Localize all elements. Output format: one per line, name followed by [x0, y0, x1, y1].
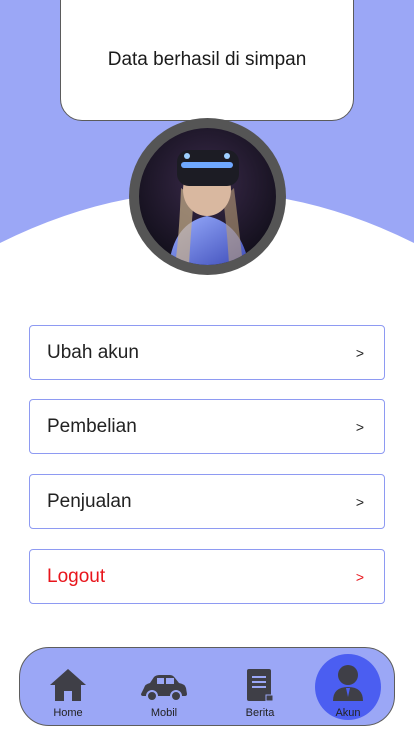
avatar[interactable]: [129, 118, 286, 275]
success-toast: Data berhasil di simpan: [60, 0, 354, 121]
menu-item-label: Pembelian: [47, 415, 137, 437]
chevron-right-icon: >: [355, 344, 364, 361]
menu-item-penjualan[interactable]: Penjualan >: [29, 474, 385, 529]
nav-item-berita[interactable]: Berita: [225, 648, 295, 725]
nav-label: Home: [53, 707, 83, 719]
user-icon: [331, 662, 365, 702]
chevron-right-icon: >: [355, 418, 364, 435]
menu-item-pembelian[interactable]: Pembelian >: [29, 399, 385, 454]
nav-item-akun[interactable]: Akun: [313, 648, 383, 725]
chevron-right-icon: >: [355, 493, 364, 510]
nav-label: Berita: [245, 707, 275, 719]
chevron-right-icon: >: [355, 568, 364, 585]
menu-item-ubah-akun[interactable]: Ubah akun >: [29, 325, 385, 380]
toast-message: Data berhasil di simpan: [107, 48, 307, 70]
car-icon: [140, 662, 188, 702]
home-icon: [49, 662, 87, 702]
news-icon: [246, 662, 274, 702]
menu-item-label: Logout: [47, 565, 106, 587]
bottom-navigation: Home Mobil Berita Akun: [19, 647, 395, 726]
logout-button[interactable]: Logout >: [29, 549, 385, 604]
menu-item-label: Penjualan: [47, 490, 132, 512]
nav-item-home[interactable]: Home: [33, 648, 103, 725]
nav-label: Akun: [335, 707, 361, 719]
nav-item-mobil[interactable]: Mobil: [129, 648, 199, 725]
avatar-photo: [139, 128, 276, 265]
nav-label: Mobil: [150, 707, 178, 719]
menu-item-label: Ubah akun: [47, 341, 139, 363]
